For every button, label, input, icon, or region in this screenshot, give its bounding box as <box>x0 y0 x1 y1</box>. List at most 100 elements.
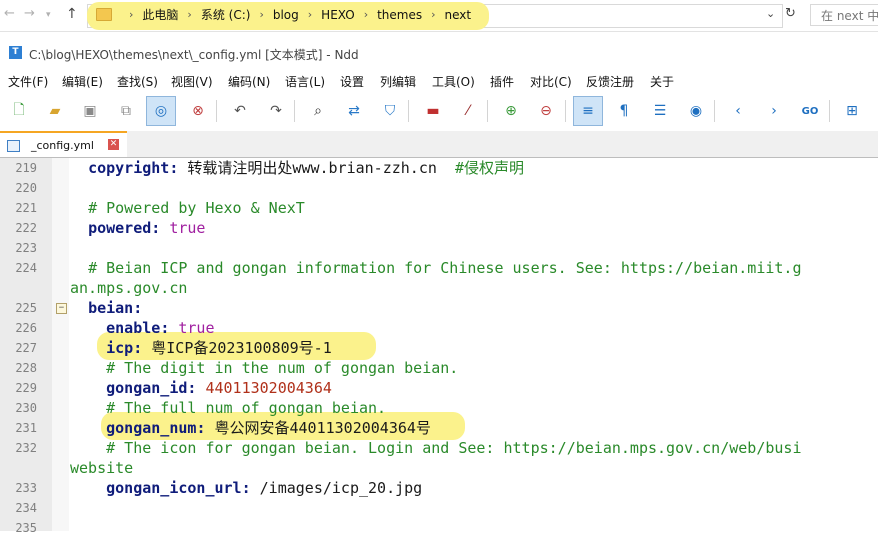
token-cmt: # The full num of gongan beian. <box>106 399 387 417</box>
code-line[interactable]: an.mps.gov.cn <box>0 278 878 298</box>
breadcrumb-item[interactable]: HEXO <box>321 8 355 22</box>
menu-view[interactable]: 视图(V) <box>171 73 213 90</box>
redo-icon[interactable]: ↷ <box>261 96 291 126</box>
line-text: # The digit in the num of gongan beian. <box>70 358 458 378</box>
code-line[interactable]: 227 icp: 粤ICP备2023100809号-1 <box>0 338 878 358</box>
token-val: /images/icp_20.jpg <box>259 479 423 497</box>
code-line[interactable]: 224 # Beian ICP and gongan information f… <box>0 258 878 278</box>
goto-icon[interactable]: GO <box>795 96 825 126</box>
window-title: C:\blog\HEXO\themes\next\_config.yml [文本… <box>29 48 359 62</box>
show-symbols-icon[interactable]: ¶ <box>609 96 639 126</box>
token-val <box>70 159 88 177</box>
word-wrap-icon[interactable]: ≡ <box>573 96 603 126</box>
code-line[interactable]: 221 # Powered by Hexo & NexT <box>0 198 878 218</box>
toolbar-divider <box>487 100 488 122</box>
marker-icon[interactable]: ▬ <box>418 96 448 126</box>
indent-guide-icon[interactable]: ☰ <box>645 96 675 126</box>
code-line[interactable]: 229 gongan_id: 44011302004364 <box>0 378 878 398</box>
menu-bar: 文件(F) 编辑(E) 查找(S) 视图(V) 编码(N) 语言(L) 设置 列… <box>0 68 878 92</box>
token-val: 粤公网安备44011302004364号 <box>214 419 431 437</box>
toolbar-divider <box>408 100 409 122</box>
code-line[interactable]: 225 beian: <box>0 298 878 318</box>
save-icon[interactable]: ▣ <box>75 96 105 126</box>
close-tab-icon[interactable]: ✕ <box>108 139 119 150</box>
token-key: : <box>241 479 260 497</box>
code-line[interactable]: 233 gongan_icon_url: /images/icp_20.jpg <box>0 478 878 498</box>
menu-column-edit[interactable]: 列编辑 <box>380 73 416 90</box>
code-line[interactable]: 226 enable: true <box>0 318 878 338</box>
breadcrumb-item[interactable]: 此电脑 <box>142 6 178 23</box>
code-line[interactable]: website <box>0 458 878 478</box>
split-view-icon[interactable]: ⊞ <box>837 96 867 126</box>
menu-plugins[interactable]: 插件 <box>490 73 514 90</box>
menu-edit[interactable]: 编辑(E) <box>62 73 103 90</box>
token-key: : <box>169 159 188 177</box>
text-mode-icon[interactable]: ◎ <box>146 96 176 126</box>
line-number: 231 <box>15 421 37 435</box>
code-line[interactable]: 235 <box>0 518 878 538</box>
token-bool: true <box>169 219 206 237</box>
line-text: an.mps.gov.cn <box>70 278 187 298</box>
macro-icon[interactable]: ◉ <box>681 96 711 126</box>
tab-config-yml[interactable]: _config.yml ✕ <box>0 131 127 157</box>
forward-arrow-icon[interactable]: → <box>24 6 35 21</box>
zoom-in-icon[interactable]: ⊕ <box>496 96 526 126</box>
back-arrow-icon[interactable]: ← <box>4 6 15 21</box>
find-icon[interactable]: ⌕ <box>303 96 333 126</box>
code-line[interactable]: 230 # The full num of gongan beian. <box>0 398 878 418</box>
token-val <box>70 359 106 377</box>
token-cmt: # The icon for gongan beian. Login and S… <box>106 439 802 457</box>
token-val: 转载请注明出处www.brian-zzh.cn <box>187 159 455 177</box>
token-num: 44011302004364 <box>205 379 332 397</box>
next-icon[interactable]: › <box>759 96 789 126</box>
menu-settings[interactable]: 设置 <box>340 73 364 90</box>
breadcrumb-item[interactable]: blog <box>273 8 299 22</box>
refresh-icon[interactable]: ↻ <box>785 6 796 21</box>
line-text: powered: true <box>70 218 205 238</box>
recent-dropdown-icon[interactable]: ▾ <box>46 10 51 20</box>
line-number: 224 <box>15 261 37 275</box>
token-val <box>70 219 88 237</box>
breadcrumb-item[interactable]: next <box>445 8 472 22</box>
menu-about[interactable]: 关于 <box>650 73 674 90</box>
token-val <box>70 259 88 277</box>
address-dropdown-icon[interactable]: ⌄ <box>766 7 775 20</box>
code-line[interactable]: 231 gongan_num: 粤公网安备44011302004364号 <box>0 418 878 438</box>
explorer-address-bar: ← → ▾ ↑ › 此电脑 › 系统 (C:) › blog › HEXO › … <box>0 0 878 32</box>
breadcrumb-item[interactable]: 系统 (C:) <box>201 6 251 23</box>
close-file-icon[interactable]: ⊗ <box>183 96 213 126</box>
menu-tools[interactable]: 工具(O) <box>432 73 475 90</box>
undo-icon[interactable]: ↶ <box>225 96 255 126</box>
menu-encoding[interactable]: 编码(N) <box>228 73 270 90</box>
code-line[interactable]: 219 copyright: 转载请注明出处www.brian-zzh.cn #… <box>0 158 878 178</box>
breadcrumb-item[interactable]: themes <box>377 8 422 22</box>
toolbar: 🗋 ▰ ▣ ⧉ ◎ ⊗ ↶ ↷ ⌕ ⇄ ⛉ ▬ ⁄ ⊕ ⊖ ≡ ¶ ☰ ◉ ‹ … <box>0 92 878 130</box>
code-line[interactable]: 228 # The digit in the num of gongan bei… <box>0 358 878 378</box>
token-key: : <box>133 299 143 317</box>
clear-marker-icon[interactable]: ⁄ <box>453 96 483 126</box>
menu-search[interactable]: 查找(S) <box>117 73 158 90</box>
code-line[interactable]: 220 <box>0 178 878 198</box>
token-val <box>70 399 106 417</box>
line-number: 228 <box>15 361 37 375</box>
code-line[interactable]: 222 powered: true <box>0 218 878 238</box>
code-line[interactable]: 223 <box>0 238 878 258</box>
search-input[interactable]: 在 next 中 <box>810 4 878 26</box>
token-key: gongan_icon_url <box>106 479 242 497</box>
menu-compare[interactable]: 对比(C) <box>530 73 572 90</box>
replace-icon[interactable]: ⇄ <box>339 96 369 126</box>
menu-language[interactable]: 语言(L) <box>285 73 325 90</box>
menu-file[interactable]: 文件(F) <box>8 73 48 90</box>
save-all-icon[interactable]: ⧉ <box>111 96 141 126</box>
line-text: # The full num of gongan beian. <box>70 398 386 418</box>
prev-icon[interactable]: ‹ <box>723 96 753 126</box>
zoom-out-icon[interactable]: ⊖ <box>531 96 561 126</box>
menu-feedback[interactable]: 反馈注册 <box>586 73 634 90</box>
code-editor[interactable]: − 219 copyright: 转载请注明出处www.brian-zzh.cn… <box>0 158 878 535</box>
open-file-icon[interactable]: ▰ <box>40 96 70 126</box>
bookmark-icon[interactable]: ⛉ <box>375 96 405 126</box>
new-file-icon[interactable]: 🗋 <box>4 96 34 126</box>
up-arrow-icon[interactable]: ↑ <box>66 6 78 22</box>
code-line[interactable]: 234 <box>0 498 878 518</box>
code-line[interactable]: 232 # The icon for gongan beian. Login a… <box>0 438 878 458</box>
